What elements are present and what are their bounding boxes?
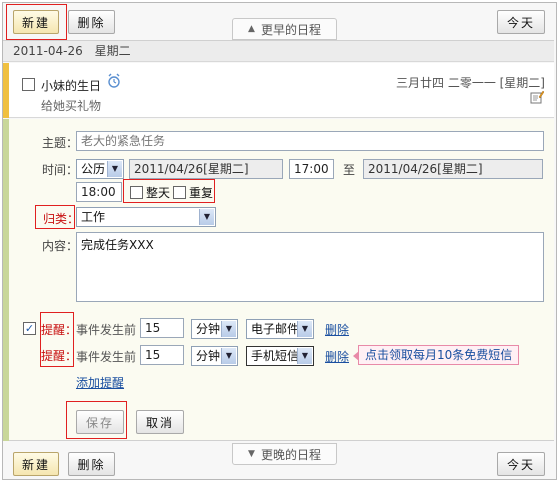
today-button[interactable]: 今天 (497, 10, 545, 34)
reminder-delete-link-1[interactable]: 删除 (325, 321, 349, 338)
alarm-clock-icon (107, 73, 121, 92)
event-color-bar (3, 63, 9, 118)
reminder-amount-1[interactable]: 15 (140, 318, 184, 338)
delete-button-bottom[interactable]: 删除 (68, 452, 115, 476)
chevron-down-icon: ▼ (221, 321, 236, 337)
earlier-schedule-label: 更早的日程 (260, 22, 321, 37)
reminder-delete-link-2[interactable]: 删除 (325, 348, 349, 365)
new-button-bottom[interactable]: 新建 (13, 452, 59, 476)
category-value: 工作 (81, 210, 106, 224)
reminder-labels-highlight (40, 312, 74, 367)
reminder-checkbox[interactable]: ✓ (23, 322, 36, 335)
earlier-schedule-tab[interactable]: ▲ 更早的日程 (232, 18, 337, 40)
subject-label: 主题： (42, 136, 79, 150)
reminder-unit-value-1: 分钟 (196, 322, 221, 336)
edit-icon[interactable] (530, 90, 545, 107)
chevron-down-icon: ▼ (221, 348, 236, 364)
chevron-up-icon: ▲ (248, 24, 255, 34)
content-textarea[interactable]: 完成任务XXX (76, 232, 544, 302)
reminder-unit-value-2: 分钟 (196, 349, 221, 363)
form-color-bar (3, 119, 9, 441)
save-button-highlight (66, 401, 127, 439)
to-label: 至 (343, 163, 356, 177)
time-options-highlight (123, 179, 215, 203)
category-highlight (35, 205, 75, 229)
sms-promo-tooltip[interactable]: 点击领取每月10条免费短信 (352, 345, 520, 365)
calendar-type-select[interactable]: 公历 ▼ (76, 159, 124, 179)
event-done-checkbox[interactable] (22, 78, 35, 91)
reminder-channel-value-1: 电子邮件 (251, 322, 300, 336)
day-date: 2011-04-26 (13, 44, 83, 58)
reminder-channel-value-2: 手机短信 (251, 349, 300, 363)
reminder-unit-select-2[interactable]: 分钟 ▼ (191, 346, 238, 366)
cancel-button[interactable]: 取消 (136, 410, 184, 434)
day-header: 2011-04-26 星期二 (3, 40, 554, 62)
today-button-bottom[interactable]: 今天 (497, 452, 545, 476)
day-weekday: 星期二 (94, 44, 131, 58)
add-reminder-link[interactable]: 添加提醒 (76, 374, 124, 391)
reminder-amount-2[interactable]: 15 (140, 345, 184, 365)
start-date-field[interactable]: 2011/04/26[星期二] (129, 159, 283, 179)
chevron-down-icon: ▼ (248, 449, 255, 459)
reminder-unit-select-1[interactable]: 分钟 ▼ (191, 319, 238, 339)
content-label: 内容： (42, 239, 79, 253)
time-label: 时间： (42, 163, 79, 177)
calendar-type-value: 公历 (81, 162, 106, 176)
end-time-field[interactable]: 18:00 (76, 182, 122, 202)
chevron-down-icon: ▼ (199, 209, 214, 225)
delete-button[interactable]: 删除 (68, 10, 115, 34)
reminder-prefix-1: 事件发生前 (76, 323, 137, 337)
new-button-highlight (6, 4, 67, 40)
event-edit-form: 主题： 时间： 公历 ▼ 2011/04/26[星期二] 17:00 至 201… (3, 119, 554, 441)
end-date-field[interactable]: 2011/04/26[星期二] (363, 159, 543, 179)
event-lunar-date: 三月廿四 二零一一 [星期二] (396, 76, 545, 90)
chevron-down-icon: ▼ (297, 321, 312, 337)
event-title[interactable]: 小妹的生日 (41, 77, 101, 94)
reminder-channel-select-1[interactable]: 电子邮件 ▼ (246, 319, 314, 339)
start-time-field[interactable]: 17:00 (289, 159, 334, 179)
event-note: 给她买礼物 (41, 99, 102, 113)
reminder-prefix-2: 事件发生前 (76, 350, 137, 364)
reminder-channel-select-2[interactable]: 手机短信 ▼ (246, 346, 314, 366)
later-schedule-label: 更晚的日程 (260, 447, 321, 462)
subject-input[interactable] (76, 131, 544, 151)
event-item[interactable]: 小妹的生日 给她买礼物 三月廿四 二零一一 [星期二] (3, 63, 554, 118)
chevron-down-icon: ▼ (297, 348, 312, 364)
chevron-down-icon: ▼ (107, 161, 122, 177)
category-select[interactable]: 工作 ▼ (76, 207, 216, 227)
later-schedule-tab[interactable]: ▼ 更晚的日程 (232, 443, 337, 465)
